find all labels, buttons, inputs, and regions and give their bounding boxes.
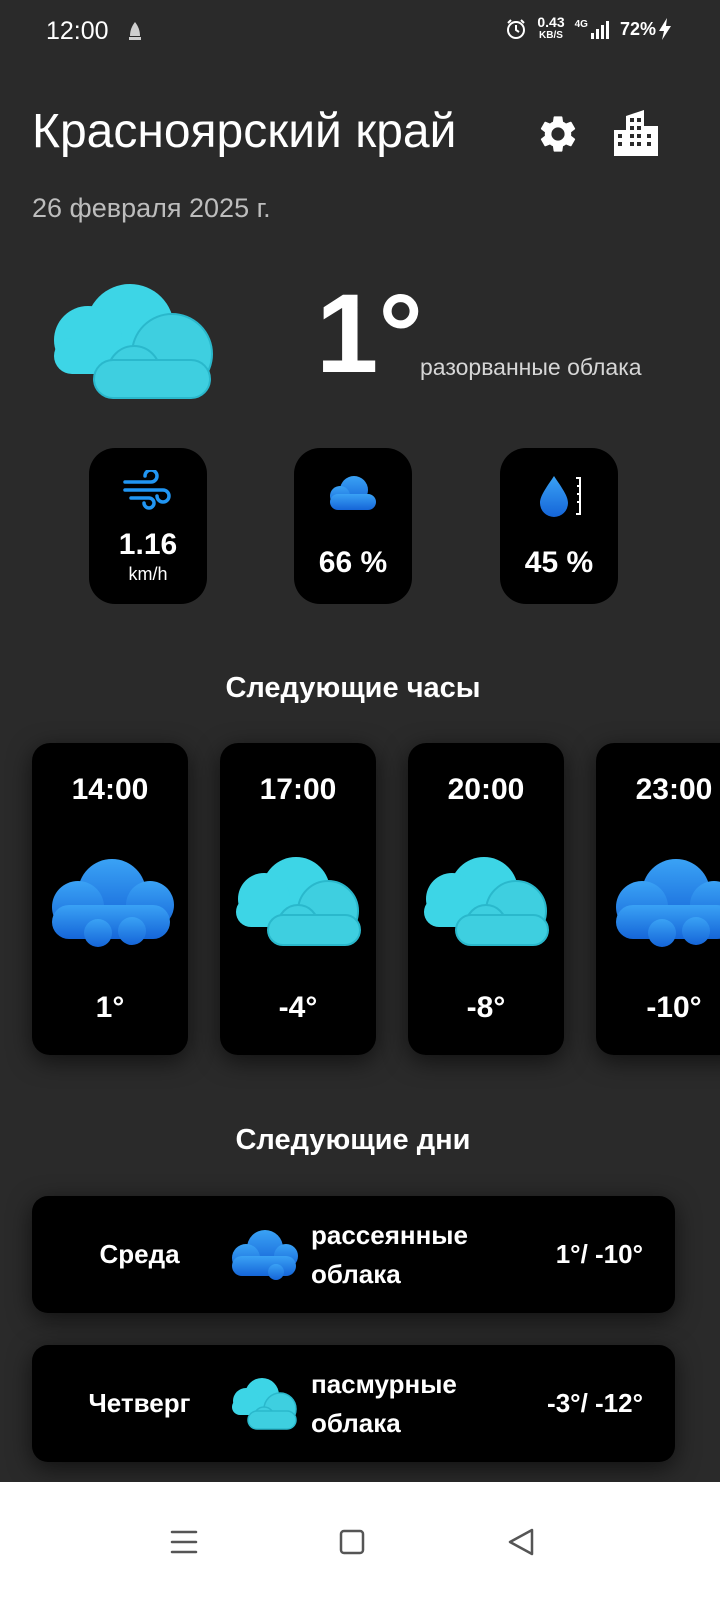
hour-time: 14:00	[71, 773, 149, 806]
network-speed: 0.43 KB/S	[537, 14, 565, 41]
menu-icon[interactable]	[164, 1522, 204, 1562]
charging-icon	[659, 18, 671, 40]
system-nav-bar	[0, 1482, 720, 1600]
day-temperatures: 1°/ -10°	[555, 1239, 643, 1269]
signal-bars-icon	[590, 21, 609, 39]
cloudiness-value: 66 %	[318, 546, 388, 579]
humidity-drop-icon	[540, 476, 581, 517]
cloud-icon	[330, 476, 376, 510]
broken-clouds-icon	[232, 1378, 297, 1430]
day-row[interactable]: Четверг пасмурные облака -3°/ -12°	[32, 1345, 675, 1462]
current-temperature: 1°	[316, 271, 424, 396]
humidity-value: 45 %	[524, 546, 594, 579]
humidity-card: 45 %	[500, 448, 618, 604]
wind-unit: km/h	[128, 564, 168, 584]
back-icon[interactable]	[502, 1522, 542, 1562]
battery-indicator: 72%	[620, 18, 672, 40]
buildings-icon[interactable]	[614, 110, 658, 156]
day-temperatures: -3°/ -12°	[547, 1388, 643, 1418]
day-row[interactable]: Среда рассеянные облака 1°/ -10°	[32, 1196, 675, 1313]
hour-card[interactable]: 23:00 -10°	[596, 743, 720, 1055]
scattered-clouds-icon	[616, 859, 720, 947]
wind-icon	[123, 470, 171, 510]
city-title: Красноярский край	[32, 105, 457, 158]
current-date: 26 февраля 2025 г.	[32, 193, 271, 223]
status-bar: 12:00 0.43 KB/S 4G 72%	[0, 0, 720, 64]
hour-time: 20:00	[447, 773, 525, 806]
cloudiness-card: 66 %	[294, 448, 412, 604]
status-indicators: 0.43 KB/S 4G 72%	[505, 14, 672, 42]
scattered-clouds-icon	[52, 859, 174, 947]
day-name: Четверг	[88, 1388, 191, 1418]
hour-card[interactable]: 17:00 -4°	[220, 743, 376, 1055]
hour-time: 17:00	[259, 773, 337, 806]
day-description: пасмурные облака	[311, 1368, 457, 1438]
hour-card[interactable]: 20:00 -8°	[408, 743, 564, 1055]
wind-speed: 1.16	[118, 528, 178, 561]
gear-icon[interactable]	[536, 112, 580, 156]
status-time: 12:00	[46, 17, 109, 45]
scattered-clouds-icon	[232, 1230, 298, 1280]
broken-clouds-icon	[424, 857, 549, 946]
broken-clouds-icon	[236, 857, 361, 946]
notification-icon	[129, 22, 141, 40]
daily-title: Следующие дни	[235, 1124, 471, 1156]
signal-indicator: 4G	[575, 19, 610, 39]
day-description: рассеянные облака	[311, 1219, 468, 1289]
hour-temperature: 1°	[95, 991, 125, 1024]
hour-temperature: -4°	[278, 991, 318, 1024]
day-name: Среда	[99, 1239, 180, 1269]
broken-clouds-icon	[54, 284, 213, 399]
wind-card: 1.16 km/h	[89, 448, 207, 604]
hourly-title: Следующие часы	[225, 672, 481, 704]
home-icon[interactable]	[332, 1522, 372, 1562]
hour-temperature: -10°	[646, 991, 702, 1024]
hour-temperature: -8°	[466, 991, 506, 1024]
hour-card[interactable]: 14:00 1°	[32, 743, 188, 1055]
battery-level: 72%	[619, 18, 656, 39]
hour-time: 23:00	[635, 773, 713, 806]
alarm-icon	[507, 19, 526, 39]
current-description: разорванные облака	[420, 354, 642, 380]
